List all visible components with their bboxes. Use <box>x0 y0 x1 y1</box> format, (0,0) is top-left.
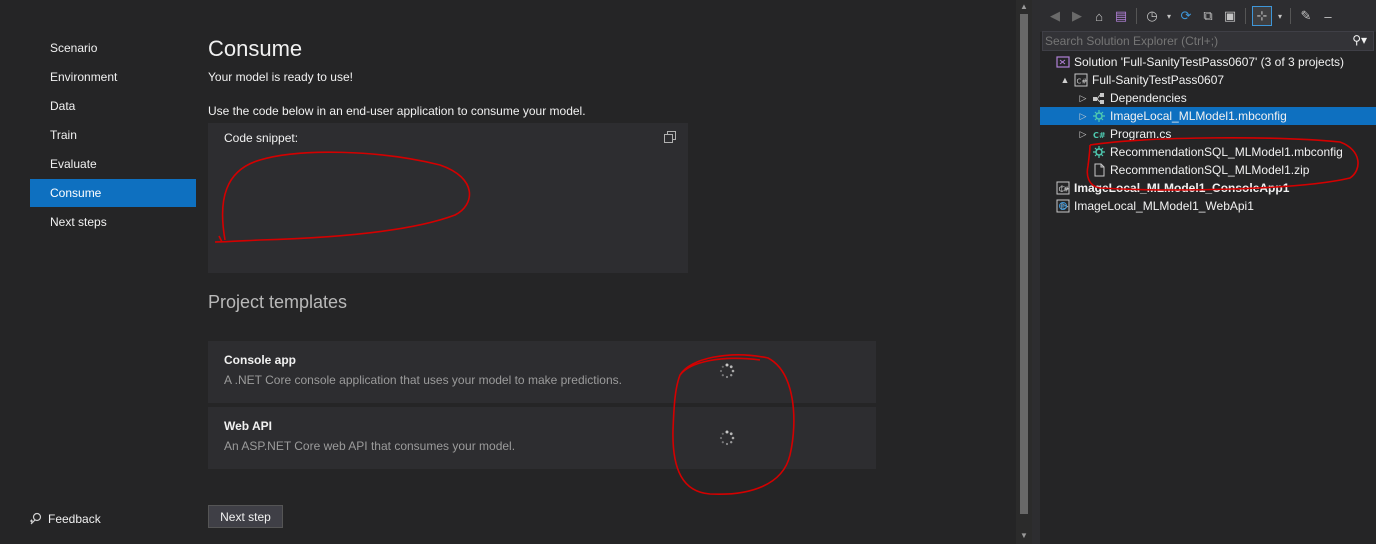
template-description: An ASP.NET Core web API that consumes yo… <box>224 439 516 453</box>
forward-icon[interactable]: ▶ <box>1068 7 1086 25</box>
pending-changes-filter-icon[interactable]: ◷ <box>1143 7 1161 25</box>
template-title: Web API <box>224 419 273 433</box>
sync-icon[interactable]: ⟳ <box>1177 7 1195 25</box>
tree-item-label: Program.cs <box>1110 127 1172 141</box>
panel-splitter[interactable] <box>1032 0 1040 544</box>
code-snippet-box: Code snippet: <box>208 123 688 273</box>
home-icon[interactable]: ⌂ <box>1090 7 1108 25</box>
nav-item-train[interactable]: Train <box>30 121 196 149</box>
properties-wrench-icon[interactable]: ✎ <box>1297 7 1315 25</box>
model-builder-panel: Scenario Environment Data Train Evaluate… <box>0 0 1016 544</box>
loading-spinner-icon <box>719 430 735 446</box>
show-all-files-icon[interactable]: ▣ <box>1221 7 1239 25</box>
dependencies-icon <box>1093 93 1104 104</box>
scroll-up-icon[interactable]: ▲ <box>1019 2 1029 12</box>
mbconfig-icon <box>1093 146 1105 158</box>
nav-item-consume[interactable]: Consume <box>30 179 196 207</box>
nav-item-scenario[interactable]: Scenario <box>30 34 196 62</box>
tree-item[interactable]: ▷ C# Program.cs <box>1040 125 1376 143</box>
instructions-text: Use the code below in an end-user applic… <box>208 104 586 118</box>
tree-item[interactable]: ▷ ImageLocal_MLModel1.mbconfig <box>1040 107 1376 125</box>
collapse-all-icon[interactable]: ⧉ <box>1199 7 1217 25</box>
svg-text:C#: C# <box>1093 131 1106 140</box>
solution-explorer-search[interactable]: ⚲▾ <box>1042 31 1374 51</box>
tree-item[interactable]: ▷ImageLocal_MLModel1_WebApi1 <box>1040 197 1376 215</box>
template-console-app[interactable]: Console app A .NET Core console applicat… <box>208 341 876 403</box>
back-icon[interactable]: ◀ <box>1046 7 1064 25</box>
tree-item-label: Dependencies <box>1110 91 1187 105</box>
scroll-down-icon[interactable]: ▼ <box>1019 531 1029 541</box>
minimize-icon[interactable]: – <box>1319 7 1337 25</box>
web-project-icon <box>1056 199 1070 213</box>
nav-item-data[interactable]: Data <box>30 92 196 120</box>
track-active-item-icon[interactable]: ⊹ <box>1252 6 1272 26</box>
tree-item[interactable]: RecommendationSQL_MLModel1.zip <box>1040 161 1376 179</box>
tree-item-label: ImageLocal_MLModel1_WebApi1 <box>1074 199 1254 213</box>
search-icon[interactable]: ⚲▾ <box>1352 33 1367 47</box>
tree-item-label: RecommendationSQL_MLModel1.zip <box>1110 163 1310 177</box>
mbconfig-icon <box>1093 110 1105 122</box>
nav-item-environment[interactable]: Environment <box>30 63 196 91</box>
template-web-api[interactable]: Web API An ASP.NET Core web API that con… <box>208 407 876 469</box>
expanded-arrow-icon[interactable]: ▲ <box>1060 71 1070 89</box>
project-templates-title: Project templates <box>208 292 348 312</box>
template-description: A .NET Core console application that use… <box>224 373 622 387</box>
dropdown-chevron-icon[interactable]: ▾ <box>1276 7 1284 25</box>
toolbar-separator <box>1245 8 1246 24</box>
tree-item-label: RecommendationSQL_MLModel1.mbconfig <box>1110 145 1343 159</box>
dropdown-chevron-icon[interactable]: ▾ <box>1165 7 1173 25</box>
code-snippet-label: Code snippet: <box>224 131 299 145</box>
feedback-link[interactable]: Feedback <box>28 509 101 529</box>
csharp-project-icon: C# <box>1074 73 1088 87</box>
nav-item-evaluate[interactable]: Evaluate <box>30 150 196 178</box>
loading-spinner-icon <box>719 363 735 379</box>
solution-explorer: ◀ ▶ ⌂ ▤ ◷ ▾ ⟳ ⧉ ▣ ⊹ ▾ ✎ – ⚲▾ Solution 'F… <box>1040 0 1376 544</box>
switch-views-icon[interactable]: ▤ <box>1112 7 1130 25</box>
next-step-button[interactable]: Next step <box>208 505 283 528</box>
search-input[interactable] <box>1045 33 1345 49</box>
tree-item[interactable]: ▷ C# ImageLocal_MLModel1_ConsoleApp1 <box>1040 179 1376 197</box>
toolbar-separator <box>1290 8 1291 24</box>
solution-icon <box>1056 56 1070 68</box>
toolbar-separator <box>1136 8 1137 24</box>
tree-item-label: Full-SanityTestPass0607 <box>1092 73 1225 87</box>
tree-item-label: ImageLocal_MLModel1.mbconfig <box>1110 109 1287 123</box>
svg-text:C#: C# <box>1077 78 1088 86</box>
tree-item[interactable]: ▲ C# Full-SanityTestPass0607 <box>1040 71 1376 89</box>
nav-item-next-steps[interactable]: Next steps <box>30 208 196 236</box>
tree-item[interactable]: RecommendationSQL_MLModel1.mbconfig <box>1040 143 1376 161</box>
csharp-file-icon: C# <box>1093 131 1106 140</box>
collapsed-arrow-icon[interactable]: ▷ <box>1078 89 1088 107</box>
feedback-icon <box>30 512 42 525</box>
copy-icon[interactable] <box>664 131 676 143</box>
svg-text:C#: C# <box>1059 186 1070 194</box>
solution-explorer-toolbar: ◀ ▶ ⌂ ▤ ◷ ▾ ⟳ ⧉ ▣ ⊹ ▾ ✎ – <box>1040 0 1376 32</box>
collapsed-arrow-icon[interactable]: ▷ <box>1078 107 1088 125</box>
tree-item-label: ImageLocal_MLModel1_ConsoleApp1 <box>1074 181 1290 195</box>
feedback-label: Feedback <box>48 512 101 526</box>
page-title: Consume <box>208 36 303 61</box>
page-subtitle: Your model is ready to use! <box>208 70 353 84</box>
collapsed-arrow-icon[interactable]: ▷ <box>1078 125 1088 143</box>
template-title: Console app <box>224 353 297 367</box>
tree-item[interactable]: ▷ Dependencies <box>1040 89 1376 107</box>
scrollbar-thumb[interactable] <box>1020 14 1028 514</box>
tree-item-label: Solution 'Full-SanityTestPass0607' (3 of… <box>1074 55 1345 69</box>
vertical-scrollbar[interactable]: ▲ ▼ <box>1016 0 1032 544</box>
csharp-project-icon: C# <box>1056 181 1070 195</box>
tree-item[interactable]: Solution 'Full-SanityTestPass0607' (3 of… <box>1040 53 1376 71</box>
file-icon <box>1094 163 1105 177</box>
